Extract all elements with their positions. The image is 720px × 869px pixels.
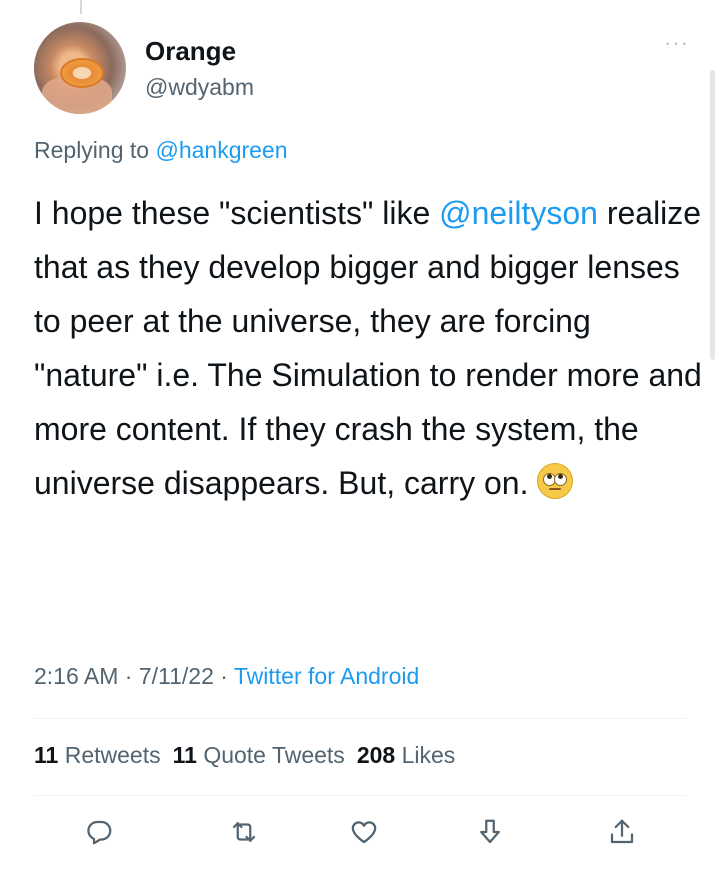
scrollbar[interactable] xyxy=(710,70,715,360)
quotes-count: 11 xyxy=(172,742,197,768)
retweets-stat[interactable]: 11 Retweets xyxy=(34,742,161,768)
avatar[interactable] xyxy=(34,22,126,114)
bookmark-button[interactable] xyxy=(470,812,510,852)
retweets-label: Retweets xyxy=(64,742,161,768)
tweet-date[interactable]: 7/11/22 xyxy=(139,663,214,689)
share-button[interactable] xyxy=(602,812,642,852)
tweet-text: I hope these "scientists" like @neiltyso… xyxy=(34,186,704,510)
bookmark-icon xyxy=(480,819,500,844)
tweet-mention-link[interactable]: @neiltyson xyxy=(439,195,598,231)
like-icon xyxy=(351,821,377,844)
tweet-header: Orange @wdyabm ··· xyxy=(34,22,694,122)
more-options-icon[interactable]: ··· xyxy=(664,32,694,54)
likes-stat[interactable]: 208 Likes xyxy=(357,742,455,768)
retweet-button[interactable] xyxy=(224,812,264,852)
reply-icon xyxy=(87,820,112,845)
likes-count: 208 xyxy=(356,742,396,768)
like-button[interactable] xyxy=(344,812,384,852)
tweet-meta: 2:16 AM · 7/11/22 · Twitter for Android xyxy=(34,663,419,690)
rolling-eyes-emoji-icon xyxy=(537,463,574,499)
author-display-name[interactable]: Orange xyxy=(145,36,236,67)
reply-button[interactable] xyxy=(79,812,119,852)
avatar-orange-ring xyxy=(60,58,104,88)
share-icon xyxy=(610,819,634,844)
divider xyxy=(34,795,686,796)
quotes-stat[interactable]: 11 Quote Tweets xyxy=(173,742,345,768)
thread-connector xyxy=(80,0,82,14)
divider xyxy=(34,718,686,719)
retweet-icon xyxy=(232,822,256,842)
meta-separator: · xyxy=(213,663,234,689)
tweet-actions xyxy=(34,812,686,852)
retweets-count: 11 xyxy=(34,742,59,768)
quotes-label: Quote Tweets xyxy=(203,742,345,768)
replying-prefix: Replying to xyxy=(34,137,156,163)
tweet-text-part1: I hope these "scientists" like xyxy=(34,195,440,231)
reply-mention-link[interactable]: @hankgreen xyxy=(155,137,287,163)
author-handle[interactable]: @wdyabm xyxy=(145,74,254,101)
likes-label: Likes xyxy=(401,742,456,768)
tweet-source-link[interactable]: Twitter for Android xyxy=(234,663,419,689)
tweet-stats: 11 Retweets 11 Quote Tweets 208 Likes xyxy=(34,742,455,769)
meta-separator: · xyxy=(118,663,139,689)
tweet-text-part2: realize that as they develop bigger and … xyxy=(34,195,702,501)
tweet-time[interactable]: 2:16 AM xyxy=(34,663,118,689)
replying-to: Replying to @hankgreen xyxy=(34,137,288,164)
